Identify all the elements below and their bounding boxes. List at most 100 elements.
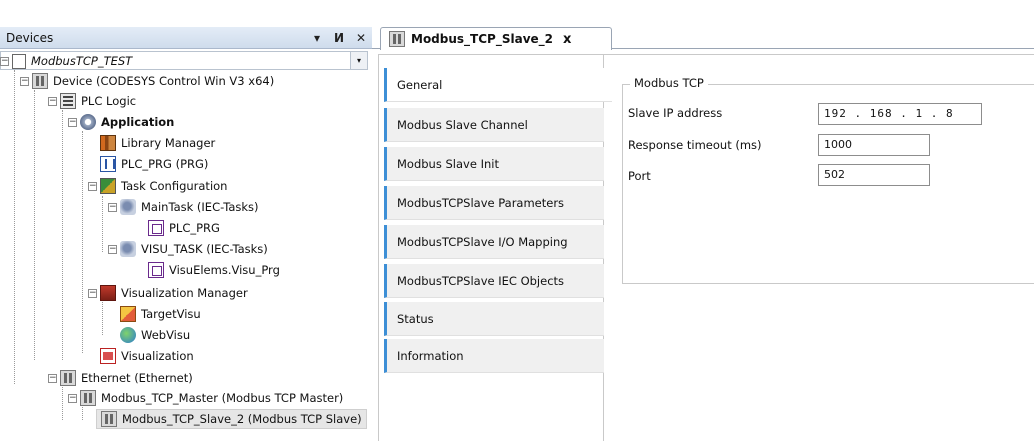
panel-menu-icon[interactable]: ▾: [306, 31, 328, 45]
tab-label: ModbusTCPSlave Parameters: [397, 195, 565, 210]
devices-header: Devices ▾ И ✕: [0, 27, 372, 49]
task-icon: [120, 241, 136, 257]
web-visu-icon: [120, 327, 136, 343]
collapse-icon[interactable]: −: [108, 244, 117, 254]
tree-node-label: Device (CODESYS Control Win V3 x64): [53, 74, 275, 88]
tree-node-targetvisu[interactable]: TargetVisu: [120, 304, 201, 324]
tab-modbustcpslave-parameters[interactable]: ModbusTCPSlave Parameters: [384, 186, 604, 220]
collapse-icon[interactable]: −: [88, 181, 97, 191]
close-tab-icon[interactable]: x: [563, 32, 571, 47]
tab-modbus-slave-channel[interactable]: Modbus Slave Channel: [384, 108, 604, 142]
tree-guide: [34, 90, 35, 360]
response-timeout-field[interactable]: 1000: [818, 134, 930, 156]
collapse-icon[interactable]: −: [108, 202, 117, 212]
tab-label: Status: [397, 311, 434, 326]
tab-label: General: [397, 77, 443, 92]
tab-status[interactable]: Status: [384, 302, 604, 336]
tree-node-label: TargetVisu: [141, 307, 201, 321]
tree-node-label: Visualization Manager: [121, 286, 248, 300]
visu-manager-icon: [100, 285, 116, 301]
collapse-icon[interactable]: −: [68, 393, 77, 403]
tree-node-plc-prg-call[interactable]: PLC_PRG: [148, 218, 220, 238]
tree-node-visuelems[interactable]: VisuElems.Visu_Prg: [148, 260, 280, 280]
devices-panel: Devices ▾ И ✕ ▾ − ModbusTCP_TEST − Devic…: [0, 0, 372, 441]
tree-node-label: VISU_TASK (IEC-Tasks): [141, 242, 268, 256]
tab-modbus-slave-init[interactable]: Modbus Slave Init: [384, 147, 604, 181]
collapse-icon[interactable]: −: [88, 288, 97, 298]
modbus-master-icon: [80, 390, 96, 406]
tree-node-webvisu[interactable]: WebVisu: [120, 325, 190, 345]
tab-label: Modbus Slave Init: [397, 156, 499, 171]
project-icon: [12, 53, 26, 69]
tree-guide: [14, 70, 15, 384]
collapse-icon[interactable]: −: [48, 373, 57, 383]
tab-label: Information: [397, 348, 464, 363]
tab-label: ModbusTCPSlave I/O Mapping: [397, 234, 568, 249]
tree-node-modbus-master[interactable]: − Modbus_TCP_Master (Modbus TCP Master): [68, 388, 343, 408]
library-icon: [100, 135, 116, 151]
tree-node-visualization[interactable]: Visualization: [100, 346, 194, 366]
tab-information[interactable]: Information: [384, 339, 604, 373]
collapse-icon[interactable]: −: [0, 56, 9, 66]
config-tabs: General Modbus Slave Channel Modbus Slav…: [378, 54, 612, 441]
tree-guide: [82, 131, 83, 353]
slave-ip-field[interactable]: 192 . 168 . 1 . 8: [818, 103, 982, 125]
task-icon: [120, 199, 136, 215]
tab-general[interactable]: General: [384, 68, 612, 102]
tree-node-plc-logic[interactable]: − PLC Logic: [48, 91, 136, 111]
tree-node-label: ModbusTCP_TEST: [31, 54, 133, 68]
tree-node-label: Visualization: [121, 349, 194, 363]
slave-ip-label: Slave IP address: [628, 106, 723, 120]
tree-node-label: Modbus_TCP_Slave_2 (Modbus TCP Slave): [122, 412, 362, 426]
tree-node-label: PLC_PRG (PRG): [121, 157, 209, 171]
tree-guide: [102, 196, 103, 252]
tree-node-visu-task[interactable]: − VISU_TASK (IEC-Tasks): [108, 239, 268, 259]
devices-title: Devices: [6, 30, 54, 45]
tree-guide: [102, 300, 103, 335]
application-icon: [80, 114, 96, 130]
tab-modbus-tcp-slave-2[interactable]: Modbus_TCP_Slave_2 x: [380, 27, 612, 50]
tree-node-visualization-manager[interactable]: − Visualization Manager: [88, 283, 248, 303]
tree-node-label: VisuElems.Visu_Prg: [169, 263, 280, 277]
pin-icon[interactable]: И: [328, 31, 350, 45]
tab-modbustcpslave-iec-objects[interactable]: ModbusTCPSlave IEC Objects: [384, 264, 604, 298]
tree-node-maintask[interactable]: − MainTask (IEC-Tasks): [108, 197, 259, 217]
tree-node-label: Task Configuration: [121, 179, 228, 193]
visualization-icon: [100, 348, 116, 364]
tree-node-label: WebVisu: [141, 328, 191, 342]
device-icon: [32, 73, 48, 89]
tree-node-plc-prg[interactable]: PLC_PRG (PRG): [100, 154, 208, 174]
modbus-slave-icon: [389, 31, 405, 47]
chevron-down-icon[interactable]: ▾: [350, 52, 367, 69]
port-label: Port: [628, 169, 651, 183]
tree-node-library-manager[interactable]: Library Manager: [100, 133, 215, 153]
collapse-icon[interactable]: −: [20, 76, 29, 86]
ethernet-icon: [60, 370, 76, 386]
editor-area: Modbus_TCP_Slave_2 x General Modbus Slav…: [372, 27, 1034, 441]
close-icon[interactable]: ✕: [350, 31, 372, 45]
tree-node-project[interactable]: − ModbusTCP_TEST: [0, 51, 132, 71]
tree-node-ethernet[interactable]: − Ethernet (Ethernet): [48, 368, 193, 388]
document-tabstrip: Modbus_TCP_Slave_2 x: [372, 27, 1034, 50]
tab-label: ModbusTCPSlave IEC Objects: [397, 273, 565, 288]
port-field[interactable]: 502: [818, 164, 930, 186]
tree-node-task-configuration[interactable]: − Task Configuration: [88, 176, 227, 196]
modbus-slave-icon: [101, 411, 117, 427]
tree-node-label: Application: [101, 115, 175, 129]
response-timeout-label: Response timeout (ms): [628, 138, 762, 152]
collapse-icon[interactable]: −: [48, 96, 57, 106]
collapse-icon[interactable]: −: [68, 117, 77, 127]
tree-node-label: PLC Logic: [81, 94, 137, 108]
tree-node-modbus-slave[interactable]: Modbus_TCP_Slave_2 (Modbus TCP Slave): [96, 409, 367, 429]
tree-guide: [62, 110, 63, 360]
tree-node-label: Library Manager: [121, 136, 216, 150]
tree-node-label: Ethernet (Ethernet): [81, 371, 193, 385]
general-tab-content: Modbus TCP Slave IP address 192 . 168 . …: [608, 54, 1034, 441]
tree-node-label: Modbus_TCP_Master (Modbus TCP Master): [101, 391, 344, 405]
tree-node-label: PLC_PRG: [169, 221, 220, 235]
program-icon: [100, 156, 116, 172]
tree-node-device[interactable]: − Device (CODESYS Control Win V3 x64): [20, 71, 274, 91]
group-title: Modbus TCP: [630, 76, 708, 90]
tab-modbustcpslave-io-mapping[interactable]: ModbusTCPSlave I/O Mapping: [384, 225, 604, 259]
tree-node-application[interactable]: − Application: [68, 112, 174, 132]
